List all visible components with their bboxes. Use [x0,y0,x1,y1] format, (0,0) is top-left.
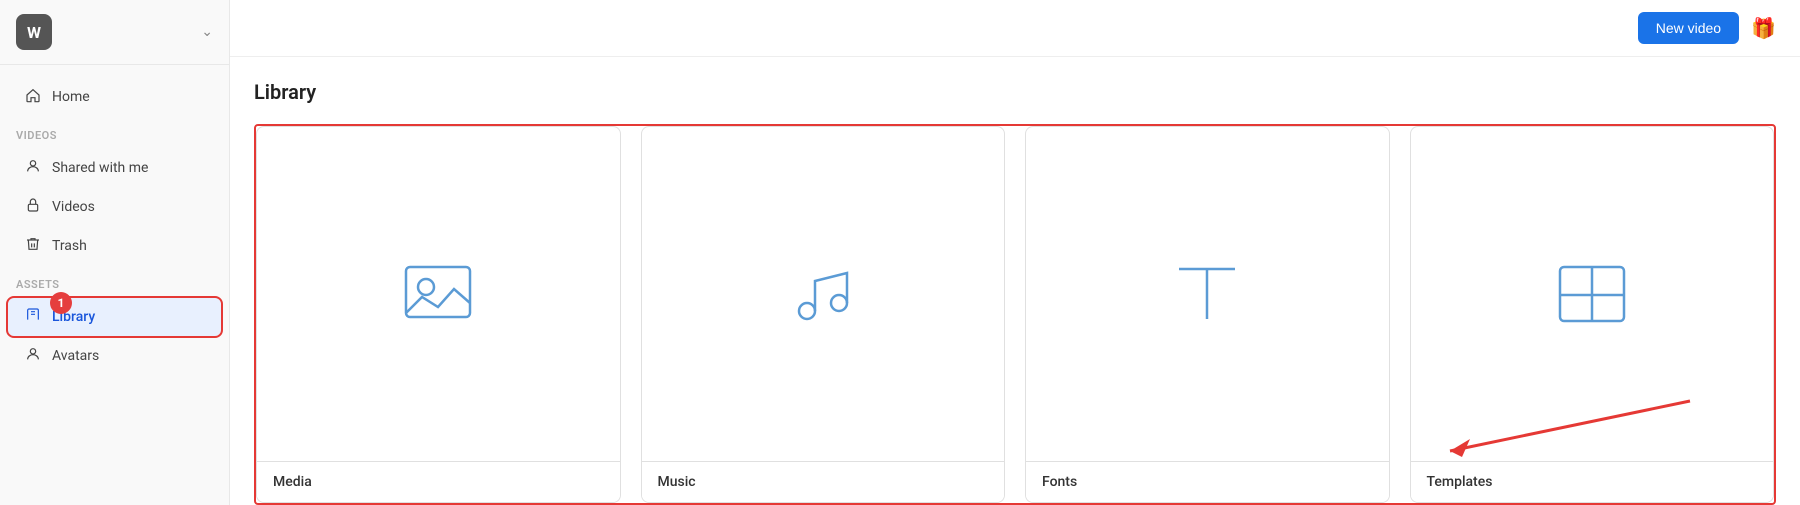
gift-icon: 🎁 [1751,18,1776,40]
sidebar-item-library[interactable]: Library 1 [8,298,221,336]
fonts-icon [1167,259,1247,329]
sidebar: W ⌄ Home Videos Shared with me [0,0,230,505]
page-title: Library [254,80,1776,104]
media-icon [398,259,478,329]
sidebar-item-trash[interactable]: Trash [8,227,221,265]
music-card-preview [642,127,1005,461]
logo-button[interactable]: W [16,14,52,50]
music-card[interactable]: Music [641,126,1006,503]
chevron-down-icon[interactable]: ⌄ [201,24,213,40]
templates-card-preview [1411,127,1774,461]
library-badge: 1 [50,292,72,314]
sidebar-item-home[interactable]: Home [8,78,221,116]
sidebar-item-home-label: Home [52,89,90,105]
sidebar-item-avatars-label: Avatars [52,348,99,364]
trash-icon [24,236,42,256]
media-card-preview [257,127,620,461]
sidebar-item-avatars[interactable]: Avatars [8,337,221,375]
music-icon [783,259,863,329]
library-grid: Media Music [254,124,1776,505]
sidebar-item-videos[interactable]: Videos [8,188,221,226]
page-content: Library Media [230,56,1800,505]
fonts-card-preview [1026,127,1389,461]
templates-card[interactable]: Templates [1410,126,1775,503]
sidebar-item-shared-label: Shared with me [52,160,148,176]
sidebar-item-videos-label: Videos [52,199,95,215]
shared-icon [24,158,42,178]
templates-card-label: Templates [1411,461,1774,502]
media-card[interactable]: Media [256,126,621,503]
sidebar-item-shared-with-me[interactable]: Shared with me [8,149,221,187]
templates-icon [1552,259,1632,329]
gift-button[interactable]: 🎁 [1751,16,1776,41]
sidebar-nav: Home Videos Shared with me Videos [0,65,229,505]
sidebar-item-trash-label: Trash [52,238,87,254]
lock-icon [24,197,42,217]
videos-section-label: Videos [0,117,229,148]
new-video-button[interactable]: New video [1638,12,1739,44]
main-content: New video 🎁 Library Media [230,0,1800,505]
avatars-icon [24,346,42,366]
fonts-card-label: Fonts [1026,461,1389,502]
header-actions: New video 🎁 [1638,12,1776,44]
assets-section-label: Assets [0,266,229,297]
fonts-card[interactable]: Fonts [1025,126,1390,503]
main-header: New video 🎁 [230,0,1800,57]
library-icon [24,307,42,327]
home-icon [24,87,42,107]
music-card-label: Music [642,461,1005,502]
media-card-label: Media [257,461,620,502]
sidebar-header: W ⌄ [0,0,229,65]
